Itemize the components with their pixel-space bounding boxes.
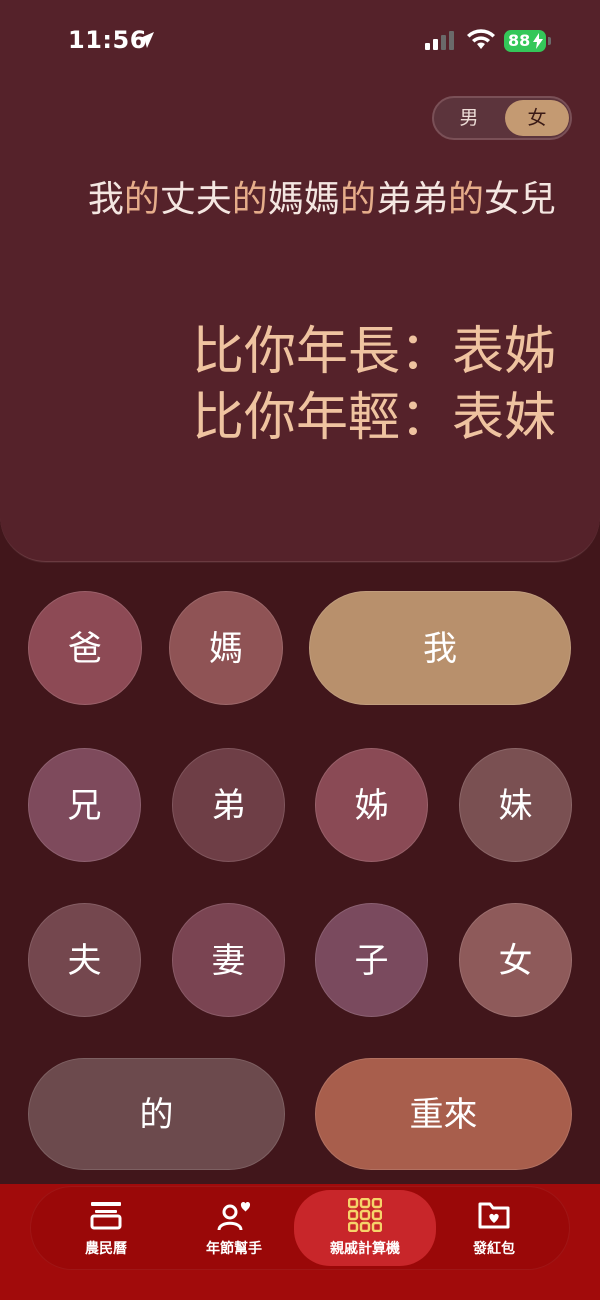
gender-toggle[interactable]: 男 女 bbox=[432, 96, 572, 140]
wifi-icon bbox=[467, 29, 495, 49]
key-husband[interactable]: 夫 bbox=[28, 903, 141, 1017]
expr-connector: 的 bbox=[123, 179, 160, 220]
key-younger-brother[interactable]: 弟 bbox=[172, 748, 285, 862]
cellular-signal-icon bbox=[425, 31, 454, 50]
tab-label: 農民曆 bbox=[85, 1241, 127, 1257]
key-older-sister[interactable]: 姊 bbox=[315, 748, 428, 862]
calendar-icon bbox=[90, 1202, 122, 1230]
expr-term: 丈夫 bbox=[159, 179, 232, 220]
person-heart-icon bbox=[217, 1202, 251, 1231]
red-envelope-folder-icon bbox=[478, 1202, 510, 1229]
tab-relative-calculator[interactable]: 親戚計算機 bbox=[294, 1190, 436, 1266]
tab-label: 年節幫手 bbox=[206, 1241, 262, 1257]
key-son[interactable]: 子 bbox=[315, 903, 428, 1017]
tab-label: 發紅包 bbox=[473, 1241, 515, 1257]
calculator-grid-icon bbox=[348, 1198, 382, 1232]
key-younger-sister[interactable]: 妹 bbox=[459, 748, 572, 862]
tab-festival-helper[interactable]: 年節幫手 bbox=[184, 1192, 284, 1264]
tab-almanac[interactable]: 農民曆 bbox=[56, 1192, 156, 1264]
key-daughter[interactable]: 女 bbox=[459, 903, 572, 1017]
key-dad[interactable]: 爸 bbox=[28, 591, 142, 705]
result-younger: 比你年輕：表妹 bbox=[191, 388, 556, 448]
display-panel bbox=[0, 0, 600, 562]
tab-label: 親戚計算機 bbox=[330, 1241, 400, 1257]
expr-connector: 的 bbox=[447, 179, 484, 220]
battery-level: 88 bbox=[508, 31, 531, 50]
expr-term: 我 bbox=[87, 179, 124, 220]
expr-connector: 的 bbox=[339, 179, 376, 220]
tab-red-envelope[interactable]: 發紅包 bbox=[444, 1192, 544, 1264]
expr-term: 弟弟 bbox=[375, 179, 448, 220]
battery-indicator: 88 bbox=[504, 30, 546, 52]
location-arrow-icon bbox=[138, 32, 154, 48]
gender-option-female[interactable]: 女 bbox=[505, 100, 569, 136]
key-of[interactable]: 的 bbox=[28, 1058, 285, 1170]
expr-term: 媽媽 bbox=[267, 179, 340, 220]
reset-button[interactable]: 重來 bbox=[315, 1058, 572, 1170]
expr-connector: 的 bbox=[231, 179, 268, 220]
gender-option-male[interactable]: 男 bbox=[437, 100, 501, 136]
charging-bolt-icon bbox=[533, 33, 543, 49]
key-wife[interactable]: 妻 bbox=[172, 903, 285, 1017]
battery-cap bbox=[548, 37, 551, 45]
key-me[interactable]: 我 bbox=[309, 591, 571, 705]
key-mom[interactable]: 媽 bbox=[169, 591, 283, 705]
expr-term: 女兒 bbox=[483, 179, 556, 220]
status-bar: 11:56 88 bbox=[0, 0, 600, 84]
key-older-brother[interactable]: 兄 bbox=[28, 748, 141, 862]
result-older: 比你年長：表姊 bbox=[191, 322, 556, 382]
relation-expression: 我的丈夫的媽媽的弟弟的女兒 bbox=[88, 170, 556, 222]
